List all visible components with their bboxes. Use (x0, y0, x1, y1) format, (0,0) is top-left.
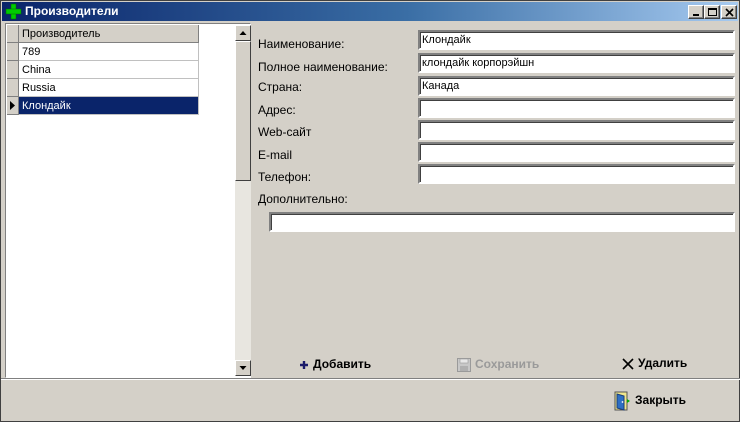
row-cell[interactable]: 789 (19, 43, 199, 61)
address-label: Адрес: (258, 103, 296, 117)
column-header-producer[interactable]: Производитель (19, 25, 199, 43)
arrow-down-icon (239, 366, 247, 370)
row-indicator (7, 61, 19, 79)
minimize-button[interactable] (688, 5, 704, 19)
address-field[interactable] (418, 98, 735, 118)
save-button-label: Сохранить (475, 357, 540, 371)
header-indicator-cell (7, 25, 19, 43)
row-cell[interactable]: China (19, 61, 199, 79)
producers-grid: Производитель 789 China Russia Клондайк (5, 23, 251, 378)
scroll-down-button[interactable] (235, 360, 251, 376)
close-button[interactable] (721, 5, 737, 19)
extra-label: Дополнительно: (258, 192, 348, 206)
extra-field[interactable] (269, 212, 735, 232)
add-button[interactable]: Добавить (299, 357, 371, 371)
row-indicator (7, 79, 19, 97)
website-field[interactable] (418, 120, 735, 140)
arrow-up-icon (239, 31, 247, 35)
full-name-label: Полное наименование: (258, 60, 388, 74)
green-plus-icon (5, 3, 22, 20)
website-label: Web-сайт (258, 125, 312, 139)
phone-field[interactable] (418, 164, 735, 184)
country-label: Страна: (258, 80, 303, 94)
floppy-disk-icon (457, 357, 471, 372)
maximize-icon (708, 8, 717, 16)
name-field[interactable]: Клондайк (418, 30, 735, 50)
x-icon (622, 358, 634, 370)
save-button[interactable]: Сохранить (457, 357, 539, 372)
row-indicator (7, 97, 19, 115)
producer-details-form: Наименование: Клондайк Полное наименован… (253, 23, 739, 378)
close-window-button[interactable]: Закрыть (613, 391, 686, 411)
row-indicator (7, 43, 19, 61)
email-field[interactable] (418, 142, 735, 162)
add-button-label: Добавить (313, 357, 372, 371)
close-icon (725, 8, 734, 17)
maximize-button[interactable] (704, 5, 720, 19)
minimize-icon (693, 14, 699, 16)
close-window-button-label: Закрыть (635, 393, 687, 408)
producers-window: Производители Производитель 789 China Ru… (0, 0, 740, 422)
delete-button[interactable]: Удалить (622, 356, 687, 370)
row-cell[interactable]: Russia (19, 79, 199, 97)
name-label: Наименование: (258, 37, 345, 51)
email-label: E-mail (258, 148, 293, 162)
scroll-thumb[interactable] (235, 41, 251, 181)
row-cell[interactable]: Клондайк (19, 97, 199, 115)
title-bar[interactable]: Производители (2, 2, 738, 21)
window-title: Производители (25, 4, 119, 18)
grid-vertical-scrollbar[interactable] (235, 25, 251, 376)
current-row-arrow-icon (10, 101, 15, 110)
full-name-field[interactable]: клондайк корпорэйшн (418, 53, 735, 73)
delete-button-label: Удалить (638, 356, 688, 370)
exit-door-icon (614, 391, 630, 411)
scroll-up-button[interactable] (235, 25, 251, 41)
plus-icon (300, 360, 308, 369)
country-field[interactable]: Канада (418, 76, 735, 96)
phone-label: Телефон: (258, 170, 312, 184)
footer-separator (1, 378, 740, 380)
